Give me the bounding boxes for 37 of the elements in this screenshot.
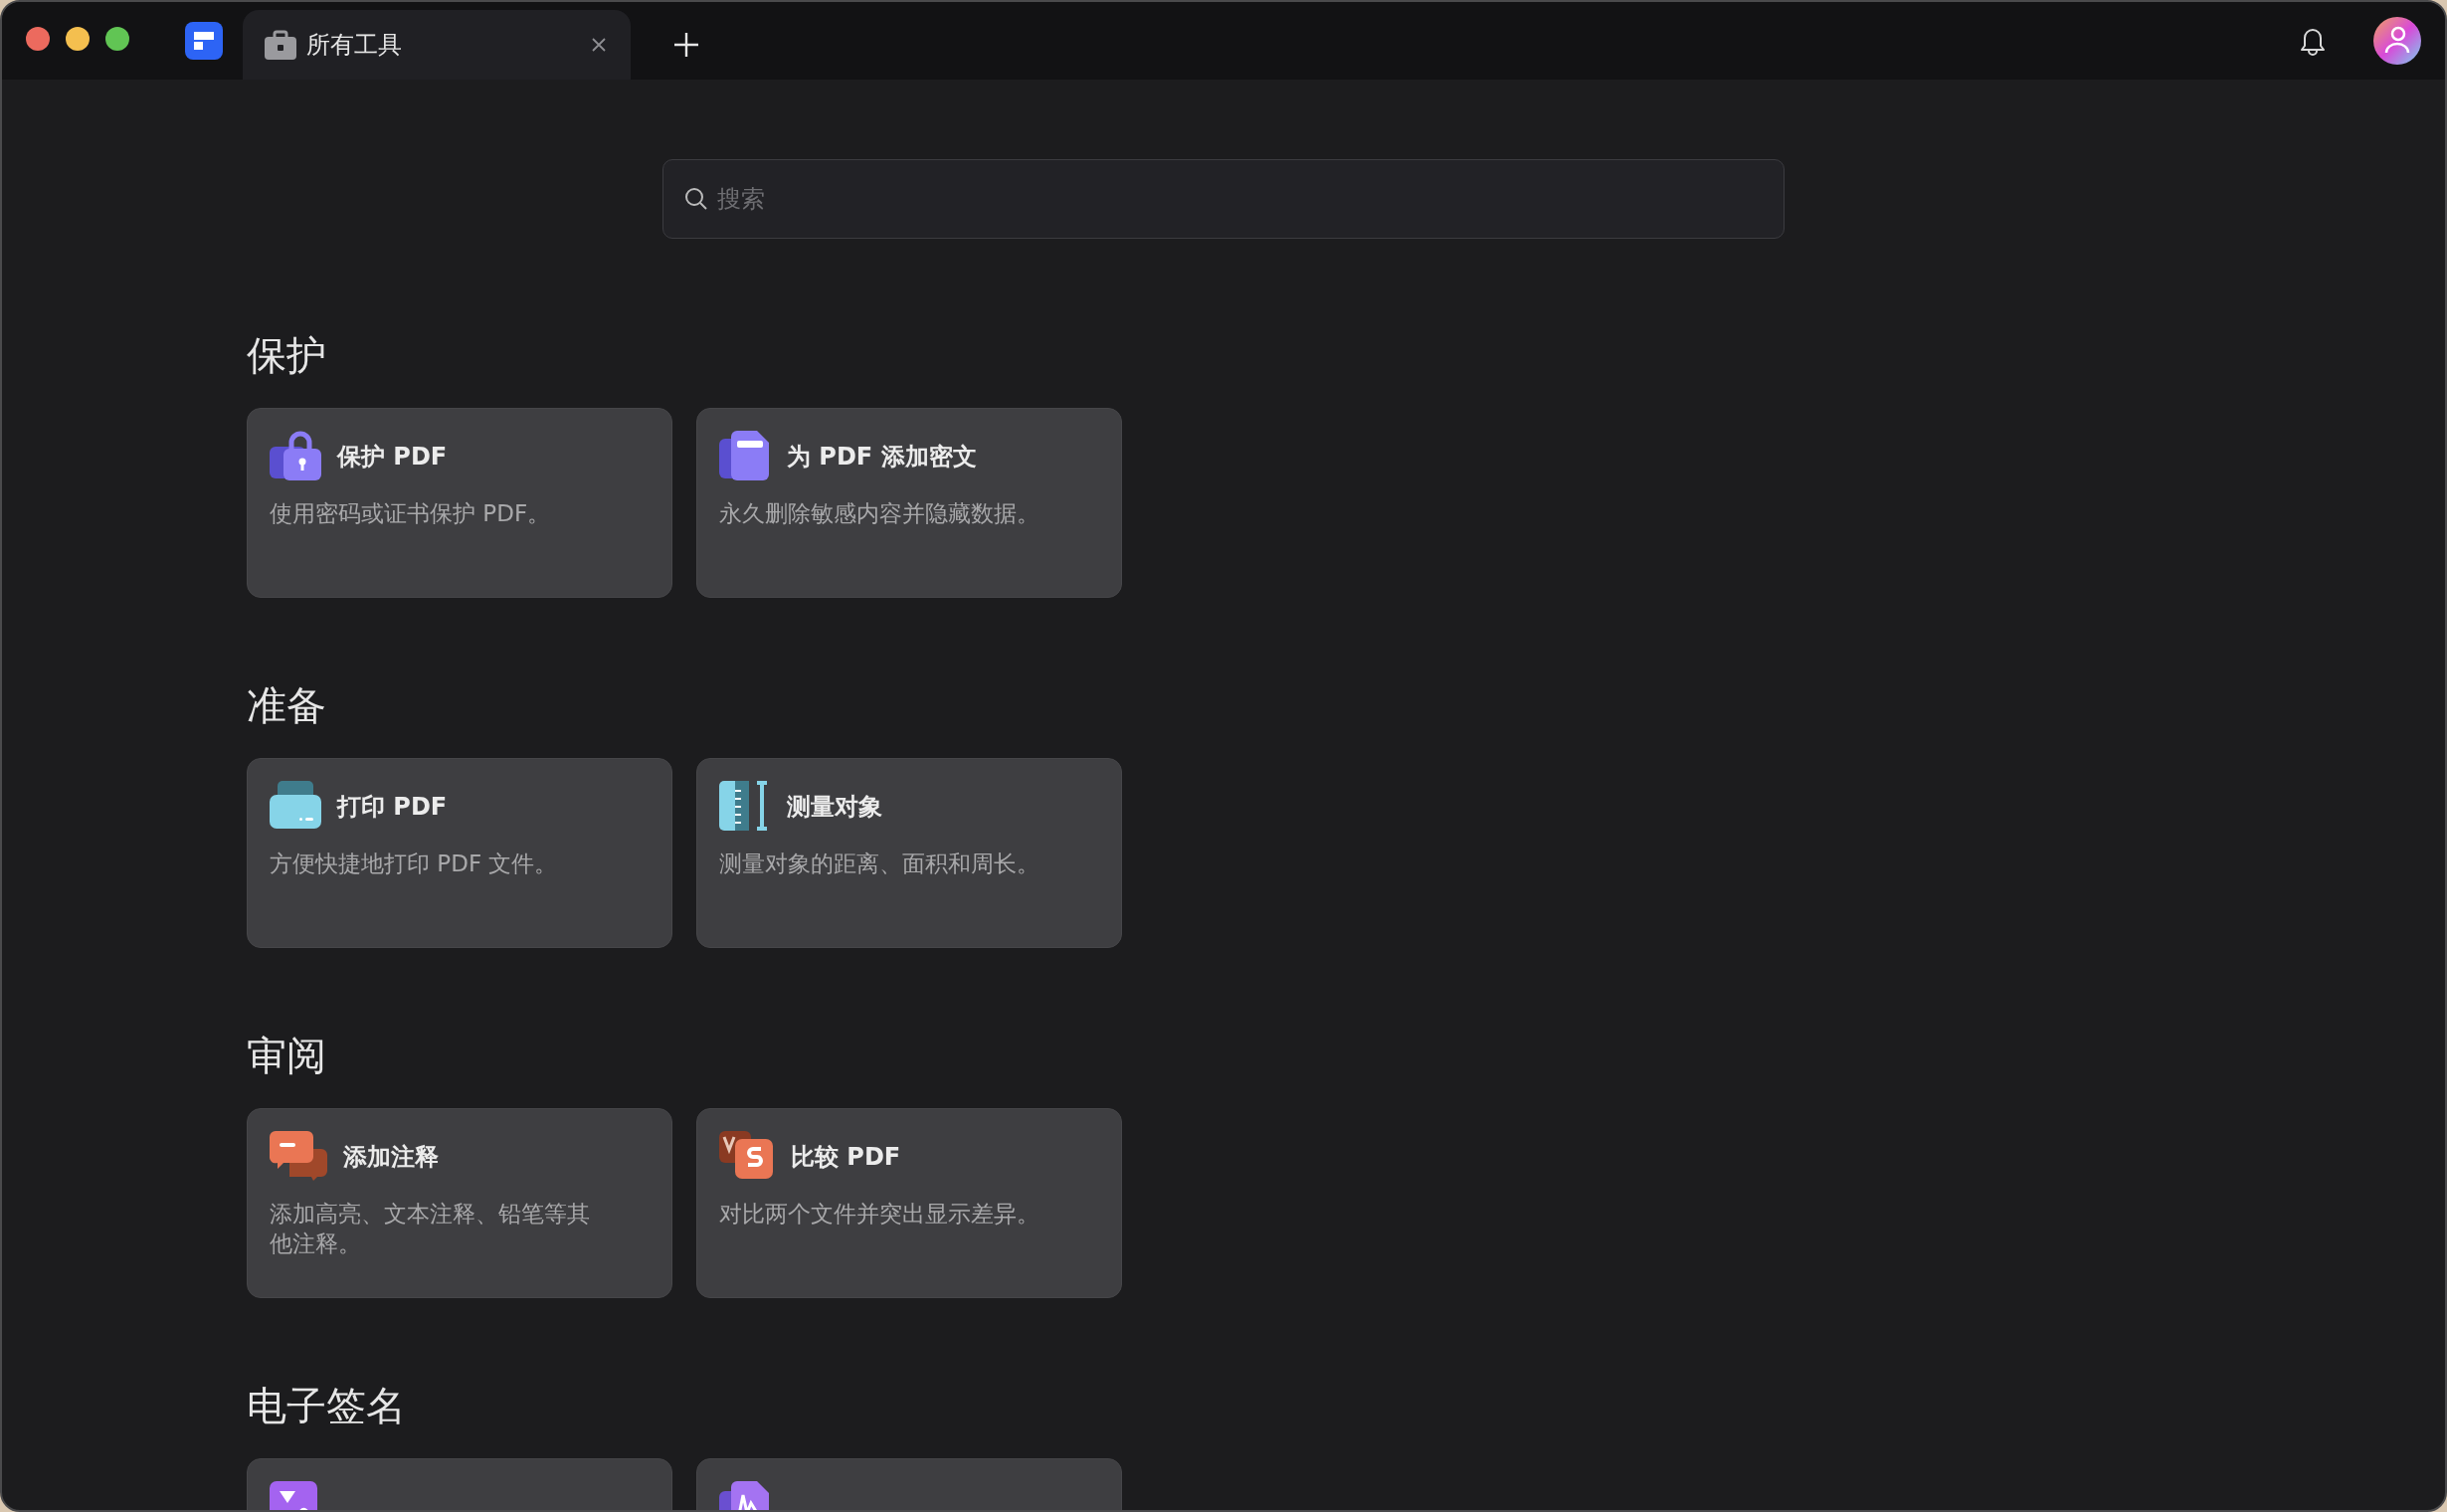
tool-card[interactable]: 添加注释 添加高亮、文本注释、铅笔等其他注释。 bbox=[247, 1108, 672, 1298]
section-heading: 保护 bbox=[247, 331, 327, 380]
tool-card[interactable]: 测量对象 测量对象的距离、面积和周长。 bbox=[696, 758, 1122, 948]
user-avatar-icon[interactable] bbox=[2373, 17, 2421, 65]
tool-description: 对比两个文件并突出显示差异。 bbox=[719, 1200, 1040, 1228]
speech-bubbles-icon bbox=[270, 1131, 327, 1183]
tool-card[interactable]: 保护 PDF 使用密码或证书保护 PDF。 bbox=[247, 408, 672, 598]
new-tab-icon[interactable] bbox=[672, 31, 700, 59]
tool-card[interactable]: 为 PDF 添加密文 永久删除敏感内容并隐藏数据。 bbox=[696, 408, 1122, 598]
tool-title: 为 PDF 添加密文 bbox=[787, 442, 977, 472]
tool-title: 比较 PDF bbox=[791, 1142, 901, 1173]
zoom-window-button[interactable] bbox=[105, 27, 129, 51]
close-window-button[interactable] bbox=[26, 27, 50, 51]
search-field[interactable]: 搜索 bbox=[662, 159, 1785, 239]
toolbox-icon bbox=[265, 30, 296, 60]
section-heading: 审阅 bbox=[247, 1032, 327, 1080]
tool-title: 测量对象 bbox=[787, 792, 882, 823]
tool-title: 保护 PDF bbox=[337, 442, 448, 472]
tool-card[interactable]: 比较 PDF 对比两个文件并突出显示差异。 bbox=[696, 1108, 1122, 1298]
tool-description: 永久删除敏感内容并隐藏数据。 bbox=[719, 499, 1040, 528]
search-icon bbox=[684, 187, 708, 211]
padlock-icon bbox=[270, 431, 321, 482]
tab[interactable]: 所有工具 bbox=[243, 10, 631, 80]
tool-title: 打印 PDF bbox=[337, 792, 448, 823]
close-tab-icon[interactable] bbox=[591, 37, 607, 53]
minimize-window-button[interactable] bbox=[66, 27, 90, 51]
tool-card[interactable]: 打印 PDF 方便快捷地打印 PDF 文件。 bbox=[247, 758, 672, 948]
section-heading: 准备 bbox=[247, 681, 327, 730]
tab-label: 所有工具 bbox=[306, 30, 403, 61]
tool-description: 测量对象的距离、面积和周长。 bbox=[719, 850, 1040, 878]
app-logo-icon[interactable] bbox=[185, 22, 223, 60]
tool-description: 方便快捷地打印 PDF 文件。 bbox=[270, 850, 559, 878]
section-heading: 电子签名 bbox=[247, 1382, 407, 1430]
tool-title: 添加注释 bbox=[343, 1142, 439, 1173]
tool-description: 添加高亮、文本注释、铅笔等其他注释。 bbox=[270, 1200, 591, 1258]
document-icon bbox=[719, 431, 771, 482]
tool-description: 使用密码或证书保护 PDF。 bbox=[270, 499, 552, 528]
